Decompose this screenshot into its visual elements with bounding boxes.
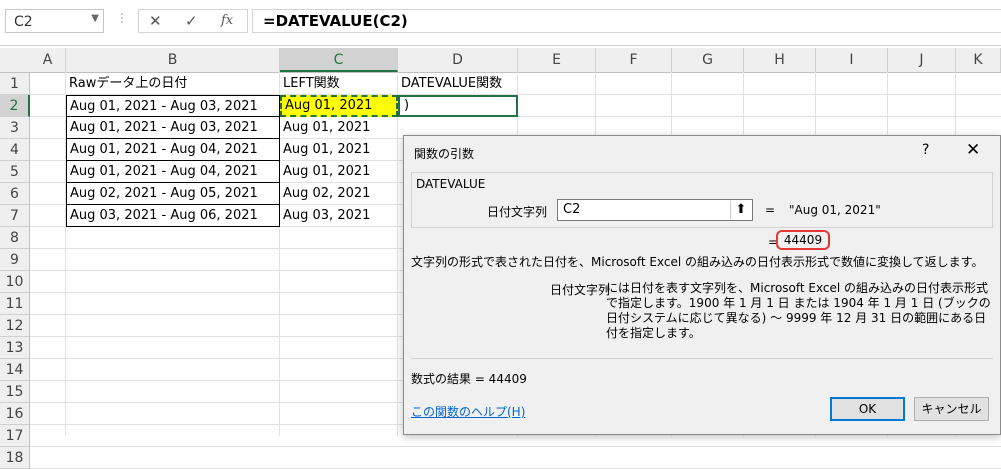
column-header-b[interactable]: B — [66, 48, 280, 72]
name-box-value: C2 — [14, 14, 33, 30]
cell-d1[interactable]: DATEVALUE関数 — [398, 73, 518, 95]
cell-c5[interactable]: Aug 01, 2021 — [280, 161, 398, 183]
row-header-13[interactable]: 13 — [0, 337, 30, 359]
divider — [411, 358, 993, 359]
collapse-dialog-icon[interactable]: ⬆ — [730, 201, 751, 219]
cell-b1[interactable]: Rawデータ上の日付 — [66, 73, 280, 95]
column-header-e[interactable]: E — [518, 48, 596, 72]
result-value: 44409 — [776, 230, 830, 250]
ok-button[interactable]: OK — [830, 397, 905, 421]
row-header-11[interactable]: 11 — [0, 293, 30, 315]
row-header-17[interactable]: 17 — [0, 425, 30, 447]
cell-b6[interactable]: Aug 02, 2021 - Aug 05, 2021 — [66, 183, 280, 205]
argument-input[interactable]: C2 ⬆ — [557, 199, 753, 221]
cell-c1[interactable]: LEFT関数 — [280, 73, 398, 95]
close-icon[interactable]: ✕ — [966, 140, 980, 160]
function-name: DATEVALUE — [416, 177, 486, 191]
column-header-a[interactable]: A — [30, 48, 66, 72]
column-header-k[interactable]: K — [956, 48, 1001, 72]
row-header-14[interactable]: 14 — [0, 359, 30, 381]
help-icon[interactable]: ? — [922, 142, 929, 158]
cell-c4[interactable]: Aug 01, 2021 — [280, 139, 398, 161]
dialog-title: 関数の引数 — [414, 147, 475, 161]
row-header-12[interactable]: 12 — [0, 315, 30, 337]
enter-icon[interactable]: ✓ — [185, 12, 198, 30]
column-header-c[interactable]: C — [280, 48, 398, 72]
cell-b7[interactable]: Aug 03, 2021 - Aug 06, 2021 — [66, 205, 280, 227]
table-bottom-border — [66, 226, 280, 227]
name-box[interactable]: C2 ▼ — [5, 9, 104, 33]
cell-b3[interactable]: Aug 01, 2021 - Aug 03, 2021 — [66, 117, 280, 139]
cancel-button[interactable]: キャンセル — [914, 397, 989, 421]
row-header-3[interactable]: 3 — [0, 117, 30, 139]
row-header-10[interactable]: 10 — [0, 271, 30, 293]
row-header-4[interactable]: 4 — [0, 139, 30, 161]
column-headers: ABCDEFGHIJK — [0, 48, 1001, 73]
column-header-d[interactable]: D — [398, 48, 518, 72]
cell-c2[interactable]: Aug 01, 2021 — [280, 95, 398, 117]
argument-label: 日付文字列 — [487, 205, 548, 219]
argument-equals: = — [765, 203, 776, 217]
cell-b4[interactable]: Aug 01, 2021 - Aug 04, 2021 — [66, 139, 280, 161]
row-header-8[interactable]: 8 — [0, 227, 30, 249]
row-header-15[interactable]: 15 — [0, 381, 30, 403]
help-link[interactable]: この関数のヘルプ(H) — [411, 403, 525, 420]
cell-b5[interactable]: Aug 01, 2021 - Aug 04, 2021 — [66, 161, 280, 183]
cancel-icon[interactable]: ✕ — [149, 12, 162, 30]
row-header-5[interactable]: 5 — [0, 161, 30, 183]
function-description: 文字列の形式で表された日付を、Microsoft Excel の組み込みの日付表… — [411, 255, 984, 269]
function-arguments-dialog: 関数の引数 ? ✕ DATEVALUE 日付文字列 C2 ⬆ = "Aug 01… — [403, 135, 1001, 435]
row-header-2[interactable]: 2 — [0, 95, 30, 117]
cell-c7[interactable]: Aug 03, 2021 — [280, 205, 398, 227]
column-header-f[interactable]: F — [596, 48, 672, 72]
row-header-16[interactable]: 16 — [0, 403, 30, 425]
cell-c6[interactable]: Aug 02, 2021 — [280, 183, 398, 205]
drag-handle-icon[interactable]: ⋮ — [116, 11, 128, 25]
cell-b2[interactable]: Aug 01, 2021 - Aug 03, 2021 — [66, 95, 280, 117]
row-header-18[interactable]: 18 — [0, 447, 30, 469]
row-header-6[interactable]: 6 — [0, 183, 30, 205]
column-header-i[interactable]: I — [816, 48, 888, 72]
insert-function-icon[interactable]: fx — [221, 13, 233, 28]
formula-result: 数式の結果 = 44409 — [411, 372, 527, 386]
argument-description: には日付を表す文字列を、Microsoft Excel の組み込みの日付表示形式… — [606, 281, 991, 340]
formula-bar: C2 ▼ ⋮ ✕ ✓ fx =DATEVALUE(C2) — [0, 0, 1001, 46]
argument-input-value: C2 — [563, 202, 581, 217]
row-header-9[interactable]: 9 — [0, 249, 30, 271]
column-header-j[interactable]: J — [888, 48, 956, 72]
formula-buttons: ✕ ✓ fx — [138, 9, 248, 33]
row-gridline — [30, 446, 1001, 447]
formula-text: =DATEVALUE(C2) — [263, 12, 408, 30]
row-header-1[interactable]: 1 — [0, 73, 30, 95]
formula-input[interactable]: =DATEVALUE(C2) — [252, 9, 1001, 33]
argument-result: "Aug 01, 2021" — [789, 203, 881, 217]
chevron-down-icon[interactable]: ▼ — [91, 13, 99, 24]
cell-c3[interactable]: Aug 01, 2021 — [280, 117, 398, 139]
row-header-7[interactable]: 7 — [0, 205, 30, 227]
cell-d2[interactable]: ) — [398, 95, 518, 117]
argument-description-label: 日付文字列 — [550, 283, 611, 297]
column-header-h[interactable]: H — [744, 48, 816, 72]
column-header-g[interactable]: G — [672, 48, 744, 72]
